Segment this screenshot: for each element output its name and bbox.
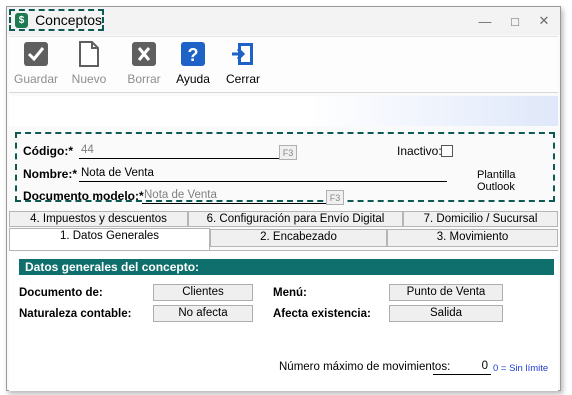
naturaleza-button[interactable]: No afecta: [153, 305, 253, 322]
maximize-icon[interactable]: □: [507, 13, 523, 29]
tab-movimiento[interactable]: 3. Movimiento: [387, 229, 558, 247]
plantilla-outlook-link[interactable]: Plantilla Outlook: [477, 169, 553, 193]
codigo-label: Código:*: [23, 144, 73, 158]
max-movimientos-label: Número máximo de movimientos:: [279, 361, 451, 373]
documento-de-button[interactable]: Clientes: [153, 284, 253, 301]
tab-encabezado[interactable]: 2. Encabezado: [210, 229, 387, 247]
new-button[interactable]: Nuevo: [64, 41, 114, 91]
delete-label: Borrar: [127, 72, 161, 86]
max-movimientos-note: 0 = Sin límite: [493, 363, 549, 374]
close-label: Cerrar: [225, 72, 260, 86]
new-label: Nuevo: [71, 72, 107, 86]
help-button[interactable]: ? Ayuda: [168, 41, 218, 91]
save-button[interactable]: Guardar: [11, 41, 61, 91]
tab-domicilio[interactable]: 7. Domicilio / Sucursal: [403, 211, 558, 227]
tab-envio-digital[interactable]: 6. Configuración para Envío Digital: [188, 211, 403, 227]
window-title: Conceptos: [35, 12, 102, 28]
close-window-button[interactable]: Cerrar: [218, 41, 268, 91]
documento-f3-button[interactable]: F3: [326, 190, 344, 205]
help-label: Ayuda: [176, 72, 210, 86]
afecta-existencia-button[interactable]: Salida: [389, 305, 503, 322]
inactivo-label: Inactivo:: [397, 144, 442, 158]
conceptos-window: $ Conceptos — □ ✕ Guardar Nuevo Borrar ?…: [6, 6, 561, 391]
check-icon: [22, 41, 50, 67]
codigo-field[interactable]: 44: [79, 144, 279, 159]
naturaleza-label: Naturaleza contable:: [19, 308, 132, 320]
header-fields-highlight: Código:* 44 F3 Inactivo: Nombre:* Nota d…: [15, 132, 555, 205]
inactivo-checkbox[interactable]: [441, 145, 453, 157]
nombre-field[interactable]: Nota de Venta: [79, 167, 447, 182]
codigo-f3-button[interactable]: F3: [279, 145, 297, 160]
save-label: Guardar: [13, 72, 59, 86]
new-document-icon: [75, 41, 103, 67]
toolbar: Guardar Nuevo Borrar ? Ayuda Cerrar: [9, 36, 558, 93]
documento-modelo-field[interactable]: Nota de Venta: [142, 189, 326, 204]
app-logo-icon: $: [15, 12, 29, 28]
tab-datos-generales[interactable]: 1. Datos Generales: [9, 228, 210, 250]
delete-button[interactable]: Borrar: [119, 41, 169, 91]
header-band: [9, 96, 558, 126]
menu-label: Menú:: [273, 287, 307, 299]
max-movimientos-field[interactable]: 0: [433, 360, 491, 375]
minimize-icon[interactable]: —: [477, 13, 493, 29]
documento-de-label: Documento de:: [19, 287, 103, 299]
nombre-label: Nombre:*: [23, 167, 78, 181]
menu-button[interactable]: Punto de Venta: [389, 284, 503, 301]
exit-door-icon: [229, 41, 257, 67]
datos-generales-panel: Datos generales del concepto: Documento …: [9, 250, 558, 391]
afecta-existencia-label: Afecta existencia:: [273, 308, 371, 320]
delete-x-icon: [130, 41, 158, 67]
help-question-icon: ?: [179, 41, 207, 67]
tab-impuestos[interactable]: 4. Impuestos y descuentos: [9, 211, 188, 227]
documento-modelo-label: Documento modelo:*: [23, 189, 144, 203]
title-highlight: $ Conceptos: [9, 9, 104, 31]
title-bar: $ Conceptos — □ ✕: [7, 7, 560, 35]
close-icon[interactable]: ✕: [536, 13, 552, 29]
section-header: Datos generales del concepto:: [19, 259, 554, 275]
svg-text:?: ?: [188, 45, 199, 65]
